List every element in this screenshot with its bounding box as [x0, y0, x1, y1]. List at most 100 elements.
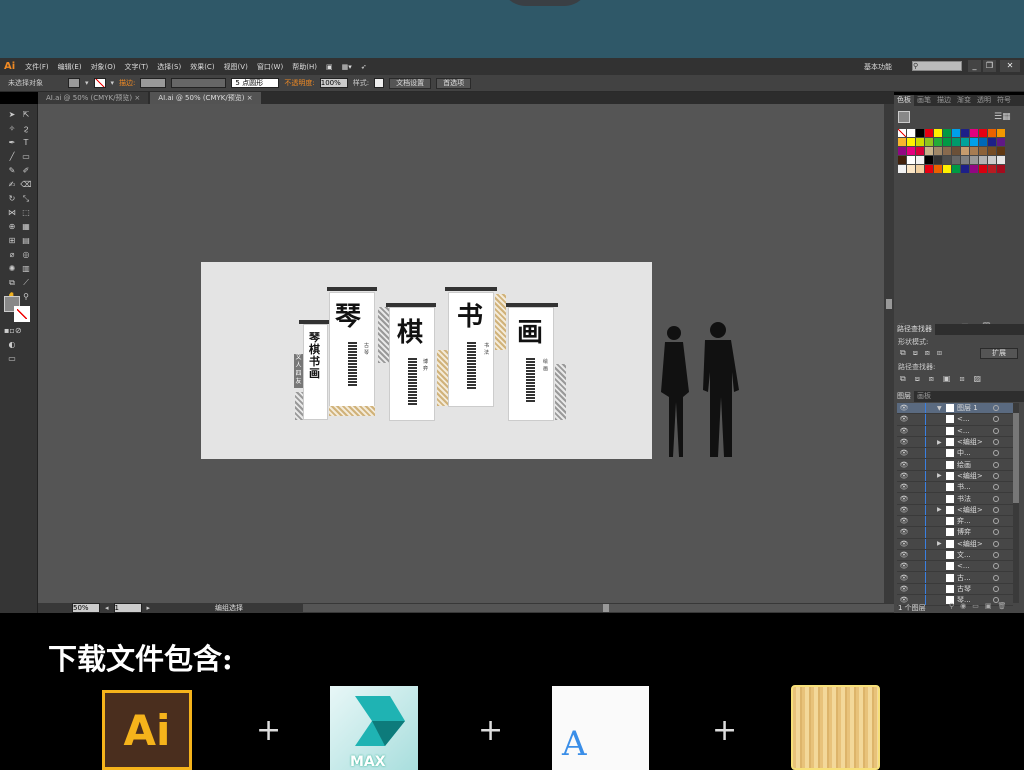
stroke-color-box[interactable] [14, 306, 30, 322]
color-mode-icon[interactable]: ▪▫⊘ [4, 326, 22, 336]
target-circle-icon[interactable] [993, 405, 999, 412]
scroll-thumb[interactable] [1013, 413, 1019, 503]
pathfinder-buttons[interactable]: ⧉⧈⧇▣⧆▨ [900, 374, 990, 384]
target-circle-icon[interactable] [993, 540, 999, 547]
target-circle-icon[interactable] [993, 416, 999, 423]
swatch[interactable] [943, 129, 951, 137]
layer-row[interactable]: 👁 博弈 [897, 527, 1013, 539]
screen-mode-icon[interactable]: ▭ [6, 354, 18, 364]
document-setup-button[interactable]: 文档设置 [389, 77, 432, 89]
visibility-eye-icon[interactable]: 👁 [897, 472, 911, 480]
magic-wand-icon[interactable]: ✧ [6, 124, 18, 134]
swatch[interactable] [997, 147, 1005, 155]
target-circle-icon[interactable] [993, 574, 999, 581]
layer-action-icons[interactable]: ⚲◉▭▣🗑 [949, 602, 1012, 610]
vertical-scrollbar[interactable] [884, 104, 894, 603]
visibility-eye-icon[interactable]: 👁 [897, 427, 911, 435]
tab-layers[interactable]: 图层 [894, 391, 914, 402]
width-tool-icon[interactable]: ⋈ [6, 208, 18, 218]
swatch[interactable] [970, 165, 978, 173]
close-button[interactable]: ✕ [1000, 60, 1020, 72]
target-circle-icon[interactable] [993, 450, 999, 457]
target-circle-icon[interactable] [993, 518, 999, 525]
brush-definition[interactable]: 5 点圆形 [231, 78, 280, 88]
free-transform-icon[interactable]: ⬚ [20, 208, 32, 218]
swatch[interactable] [952, 129, 960, 137]
eraser-icon[interactable]: ⌫ [20, 180, 32, 190]
visibility-eye-icon[interactable]: 👁 [897, 540, 911, 548]
swatch[interactable] [916, 129, 924, 137]
lasso-icon[interactable]: ϩ [20, 124, 32, 134]
swatch[interactable] [979, 147, 987, 155]
zoom-input[interactable]: 50% [72, 603, 100, 613]
target-circle-icon[interactable] [993, 563, 999, 570]
opacity-input[interactable]: 100% [319, 78, 348, 88]
scale-icon[interactable]: ⤡ [20, 194, 32, 204]
swatch[interactable] [943, 156, 951, 164]
target-circle-icon[interactable] [993, 495, 999, 502]
menu-select[interactable]: 选择(S) [157, 62, 181, 72]
target-circle-icon[interactable] [993, 529, 999, 536]
shape-mode-buttons[interactable]: ⧉⧈⧇⧆ [900, 348, 949, 358]
swatch[interactable] [898, 138, 906, 146]
menu-window[interactable]: 窗口(W) [257, 62, 283, 72]
visibility-eye-icon[interactable]: 👁 [897, 562, 911, 570]
style-swatch[interactable] [374, 78, 385, 88]
tab-swatches[interactable]: 色板 [894, 95, 914, 106]
swatch[interactable] [952, 156, 960, 164]
target-circle-icon[interactable] [993, 552, 999, 558]
target-circle-icon[interactable] [993, 461, 999, 468]
layer-row[interactable]: 👁 弈... [897, 515, 1013, 528]
swatch[interactable] [979, 156, 987, 164]
swatch[interactable] [934, 165, 942, 173]
swatch[interactable] [997, 156, 1005, 164]
target-circle-icon[interactable] [993, 585, 999, 592]
slice-tool-icon[interactable]: ⟋ [20, 278, 32, 288]
expand-arrow-icon[interactable]: ▶ [937, 439, 942, 446]
tab-symbols[interactable]: 符号 [994, 95, 1014, 106]
selection-tool-icon[interactable]: ➤ [6, 110, 18, 120]
swatch[interactable] [943, 138, 951, 146]
layer-row[interactable]: 👁 文... [897, 549, 1013, 562]
graph-tool-icon[interactable]: ▥ [20, 264, 32, 274]
swatch[interactable] [943, 147, 951, 155]
symbol-sprayer-icon[interactable]: ✺ [6, 264, 18, 274]
stroke-swatch[interactable] [93, 78, 106, 88]
layer-row[interactable]: 👁 ▶ <编组> [897, 504, 1013, 516]
swatch[interactable] [907, 138, 915, 146]
swatch[interactable] [934, 138, 942, 146]
visibility-eye-icon[interactable]: 👁 [897, 449, 911, 457]
menu-help[interactable]: 帮助(H) [292, 62, 317, 72]
preferences-button[interactable]: 首选项 [436, 77, 472, 89]
tab-transparency[interactable]: 透明 [974, 95, 994, 106]
eyedropper-icon[interactable]: ⌀ [6, 250, 18, 260]
fill-dropdown[interactable]: ▾ [85, 79, 89, 87]
workspace-switcher[interactable]: 基本功能 [864, 62, 892, 72]
draw-mode-icon[interactable]: ◐ [6, 340, 18, 350]
shape-builder-icon[interactable]: ⊕ [6, 222, 18, 232]
visibility-eye-icon[interactable]: 👁 [897, 495, 911, 503]
layer-row[interactable]: 👁 <... [897, 414, 1013, 426]
swatch[interactable] [925, 129, 933, 137]
rectangle-tool-icon[interactable]: ▭ [20, 152, 32, 162]
direct-selection-tool-icon[interactable]: ⇱ [20, 110, 32, 120]
swatch[interactable] [970, 138, 978, 146]
visibility-eye-icon[interactable]: 👁 [897, 461, 911, 469]
pencil-icon[interactable]: ✐ [20, 166, 32, 176]
layer-row[interactable]: 👁 中... [897, 448, 1013, 460]
swatch[interactable] [916, 138, 924, 146]
swatch[interactable] [979, 138, 987, 146]
swatch[interactable] [970, 129, 978, 137]
mesh-icon[interactable]: ⊞ [6, 236, 18, 246]
artboard[interactable]: 琴棋书画 文人四友 琴 古琴 棋 博弈 书 书法 画 绘画 [201, 262, 652, 459]
swatch[interactable] [943, 165, 951, 173]
visibility-eye-icon[interactable]: 👁 [897, 585, 911, 593]
tab-stroke[interactable]: 描边 [934, 95, 954, 106]
swatch[interactable] [952, 165, 960, 173]
swatch[interactable] [979, 165, 987, 173]
tab-document-2[interactable]: AI.ai @ 50% (CMYK/预览) × [150, 92, 261, 104]
swatch[interactable] [898, 165, 906, 173]
artboard-number-input[interactable]: 1 [113, 603, 142, 613]
layer-row[interactable]: 👁 <... [897, 425, 1013, 437]
target-circle-icon[interactable] [993, 427, 999, 434]
